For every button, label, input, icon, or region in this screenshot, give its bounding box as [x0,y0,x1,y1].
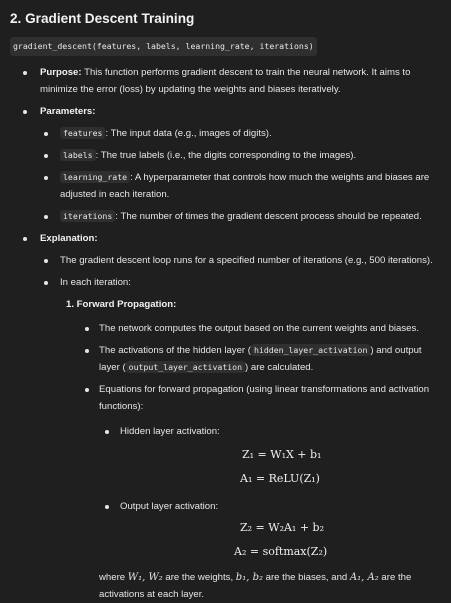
purpose-text: This function performs gradient descent … [40,67,411,95]
equation-a2: A₂ = softmax(Z₂) [234,545,328,558]
bullet [23,71,27,75]
forward-bullet-2: The activations of the hidden layer (hid… [10,342,439,376]
explanation-item: Explanation: [10,230,439,247]
param-code: labels [60,149,96,161]
forward-bullet-1: The network computes the output based on… [10,320,439,337]
bullet [85,388,89,392]
equation-z2: Z₂ = W₂A₁ + b₂ [240,521,324,534]
weights-symbols: W₁, W₂ [127,572,163,583]
bullet [105,430,109,434]
output-layer-label: Output layer activation: [120,501,219,512]
bullet [23,237,27,241]
where-note: where W₁, W₂ are the weights, b₁, b₂ are… [10,569,439,603]
bullet [23,110,27,114]
parameters-label: Parameters: [40,106,96,117]
equation-z1: Z₁ = W₁X + b₁ [242,448,322,461]
loop-text: The gradient descent loop runs for a spe… [60,255,433,266]
hidden-layer-label: Hidden layer activation: [120,426,220,437]
each-iteration-item: In each iteration: [10,274,439,291]
forward-text-2c: ) are calculated. [245,362,314,373]
explanation-label: Explanation: [40,233,98,244]
param-code: features [60,127,106,139]
biases-symbols: b₁, b₂ [235,572,263,583]
forward-text-2a: The activations of the hidden layer ( [99,345,251,356]
loop-item: The gradient descent loop runs for a spe… [10,252,439,269]
hidden-activation-code: hidden_layer_activation [251,344,371,356]
param-text: : The number of times the gradient desce… [115,211,422,222]
each-iteration-text: In each iteration: [60,277,131,288]
output-layer-item: Output layer activation: [10,498,439,515]
forward-propagation-item: 1. Forward Propagation: [10,296,439,313]
forward-text-1: The network computes the output based on… [99,323,419,334]
bullet [105,505,109,509]
where-text-2: are the weights, [162,572,236,583]
hidden-layer-item: Hidden layer activation: [10,423,439,440]
bullet [44,215,48,219]
bullet [44,259,48,263]
param-iterations: iterations: The number of times the grad… [10,208,439,225]
bullet [44,281,48,285]
purpose-label: Purpose: [40,67,82,78]
param-labels: labels: The true labels (i.e., the digit… [10,147,439,164]
bullet [85,349,89,353]
param-text: : The true labels (i.e., the digits corr… [95,150,357,161]
function-signature: gradient_descent(features, labels, learn… [10,37,317,56]
content-area: 2. Gradient Descent Training gradient_de… [0,0,451,603]
param-text: : The input data (e.g., images of digits… [105,128,272,139]
forward-propagation-label: 1. Forward Propagation: [66,299,177,310]
bullet [44,154,48,158]
activations-symbols: A₁, A₂ [349,572,379,583]
equation-a1: A₁ = ReLU(Z₁) [240,472,320,485]
param-code: iterations [60,210,116,222]
parameters-item: Parameters: [10,103,439,120]
forward-text-3: Equations for forward propagation (using… [99,384,430,412]
bullet [85,327,89,331]
output-activation-code: output_layer_activation [125,361,246,373]
section-heading: 2. Gradient Descent Training [10,11,195,26]
where-text-3: are the biases, and [262,572,350,583]
param-features: features: The input data (e.g., images o… [10,125,439,142]
where-text-1: where [99,572,128,583]
param-code: learning_rate [60,171,131,183]
purpose-item: Purpose: This function performs gradient… [10,64,439,98]
bullet [44,132,48,136]
bullet [44,176,48,180]
param-learning-rate: learning_rate: A hyperparameter that con… [10,169,439,203]
forward-bullet-3: Equations for forward propagation (using… [10,381,439,415]
